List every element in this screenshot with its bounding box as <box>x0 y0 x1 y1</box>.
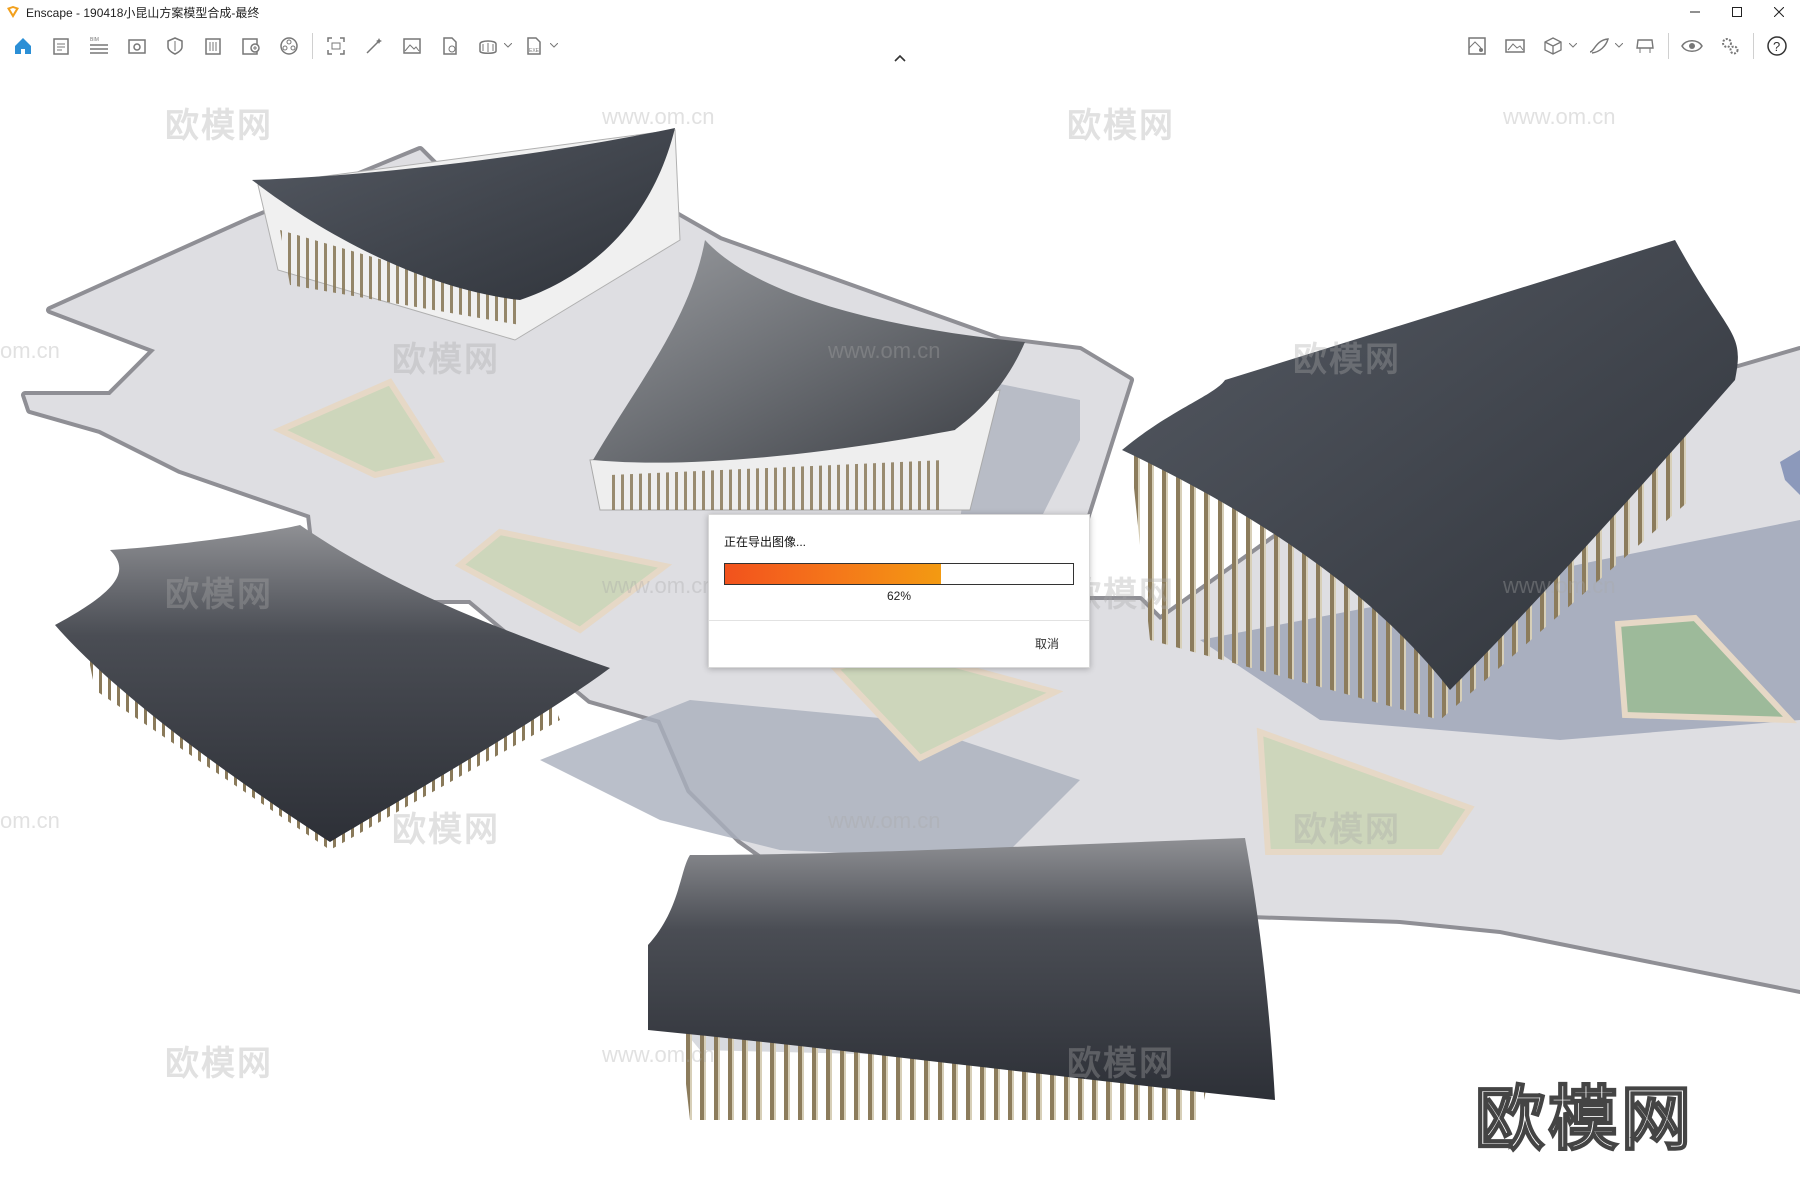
general-settings-button[interactable] <box>1715 31 1745 61</box>
paint-icon <box>1589 38 1609 54</box>
export-icon <box>479 40 497 54</box>
paint-button[interactable] <box>1584 31 1614 61</box>
progress-bar-fill <box>725 564 941 584</box>
cancel-button[interactable]: 取消 <box>1035 635 1059 652</box>
building-button[interactable] <box>198 31 228 61</box>
building-icon <box>205 38 221 55</box>
bim-icon: BIM <box>90 37 108 54</box>
enscape-logo-icon <box>7 6 19 18</box>
collapse-toolbar-button[interactable] <box>888 50 912 66</box>
dialog-divider <box>709 620 1089 621</box>
watermark-brand: 欧模网 <box>1067 1045 1175 1083</box>
general-settings-icon <box>1722 38 1739 55</box>
toolbar-separator <box>312 33 313 59</box>
visual-settings-button[interactable] <box>1677 31 1707 61</box>
file-export-icon: EXE <box>527 37 541 55</box>
watermark-brand: 欧模网 <box>392 341 500 379</box>
project-info-icon <box>53 38 69 55</box>
vr-headset-icon <box>1636 39 1654 53</box>
screenshot-button[interactable] <box>321 31 351 61</box>
views-button[interactable] <box>122 31 152 61</box>
map-icon <box>1468 37 1486 55</box>
cube-button[interactable] <box>1538 31 1568 61</box>
toolbar-separator <box>1753 33 1754 59</box>
progress-bar <box>724 563 1074 585</box>
title-bar: Enscape - 190418小昆山方案模型合成-最终 <box>0 0 1800 24</box>
close-button[interactable] <box>1758 0 1800 24</box>
chevron-down-icon <box>504 43 512 48</box>
maximize-icon <box>1732 7 1742 17</box>
watermark-url: www.om.cn <box>828 808 941 833</box>
minimize-button[interactable] <box>1674 0 1716 24</box>
paint-dropdown-caret[interactable] <box>1614 31 1624 61</box>
vr-headset-button[interactable] <box>1630 31 1660 61</box>
close-icon <box>1774 7 1784 17</box>
asset-library-icon <box>242 38 260 55</box>
watermark-brand: 欧模网 <box>1067 107 1175 145</box>
file-export-button[interactable]: EXE <box>519 31 549 61</box>
watermark-url: www.om.cn <box>1503 104 1616 129</box>
watermark-brand: 欧模网 <box>165 107 273 145</box>
watermark-url-partial: om.cn <box>0 808 60 833</box>
watermark-url: www.om.cn <box>828 338 941 363</box>
export-dropdown-caret[interactable] <box>503 31 513 61</box>
settings-wheel-button[interactable] <box>274 31 304 61</box>
bim-button[interactable]: BIM <box>84 31 114 61</box>
watermark-url: www.om.cn <box>602 104 715 129</box>
image-button[interactable] <box>397 31 427 61</box>
material-icon <box>167 37 183 55</box>
dialog-title: 正在导出图像... <box>724 535 807 549</box>
cube-icon <box>1544 37 1562 55</box>
home-button[interactable] <box>8 31 38 61</box>
watermark-url: www.om.cn <box>1503 573 1616 598</box>
watermark-url: www.om.cn <box>602 1042 715 1067</box>
maximize-button[interactable] <box>1716 0 1758 24</box>
progress-percent: 62% <box>886 589 912 603</box>
svg-text:EXE: EXE <box>529 48 540 54</box>
map-button[interactable] <box>1462 31 1492 61</box>
asset-library-button[interactable] <box>236 31 266 61</box>
panorama-icon <box>1505 39 1525 53</box>
file-export-dropdown-caret[interactable] <box>549 31 559 61</box>
chevron-down-icon <box>1569 43 1577 48</box>
chevron-down-icon <box>550 43 558 48</box>
watermark-brand: 欧模网 <box>392 811 500 849</box>
export-progress-dialog: 正在导出图像... 62% 取消 <box>708 514 1090 668</box>
upload-button[interactable] <box>435 31 465 61</box>
svg-text:?: ? <box>1773 39 1780 54</box>
watermark-url-partial: om.cn <box>0 338 60 363</box>
toolbar-separator <box>1668 33 1669 59</box>
watermark-url: www.om.cn <box>602 573 715 598</box>
batch-render-icon <box>366 38 382 54</box>
watermark-logo-text: 欧模网 <box>1474 1079 1694 1159</box>
help-button[interactable]: ? <box>1762 31 1792 61</box>
export-button[interactable] <box>473 31 503 61</box>
help-icon: ? <box>1767 36 1787 56</box>
watermark-brand: 欧模网 <box>1293 811 1401 849</box>
svg-text:BIM: BIM <box>90 37 99 43</box>
watermark-brand: 欧模网 <box>165 1045 273 1083</box>
minimize-icon <box>1690 11 1700 13</box>
watermark-brand: 欧模网 <box>1293 341 1401 379</box>
panorama-button[interactable] <box>1500 31 1530 61</box>
window-title: Enscape - 190418小昆山方案模型合成-最终 <box>26 5 260 20</box>
project-info-button[interactable] <box>46 31 76 61</box>
image-icon <box>403 38 421 54</box>
chevron-up-icon <box>894 54 906 62</box>
upload-icon <box>443 37 457 55</box>
settings-wheel-icon <box>280 37 298 55</box>
cube-dropdown-caret[interactable] <box>1568 31 1578 61</box>
screenshot-icon <box>327 37 345 55</box>
batch-render-button[interactable] <box>359 31 389 61</box>
watermark-brand: 欧模网 <box>165 576 273 614</box>
view-icon <box>128 39 146 54</box>
chevron-down-icon <box>1615 43 1623 48</box>
visual-settings-icon <box>1681 40 1703 52</box>
material-button[interactable] <box>160 31 190 61</box>
home-icon <box>15 38 31 54</box>
